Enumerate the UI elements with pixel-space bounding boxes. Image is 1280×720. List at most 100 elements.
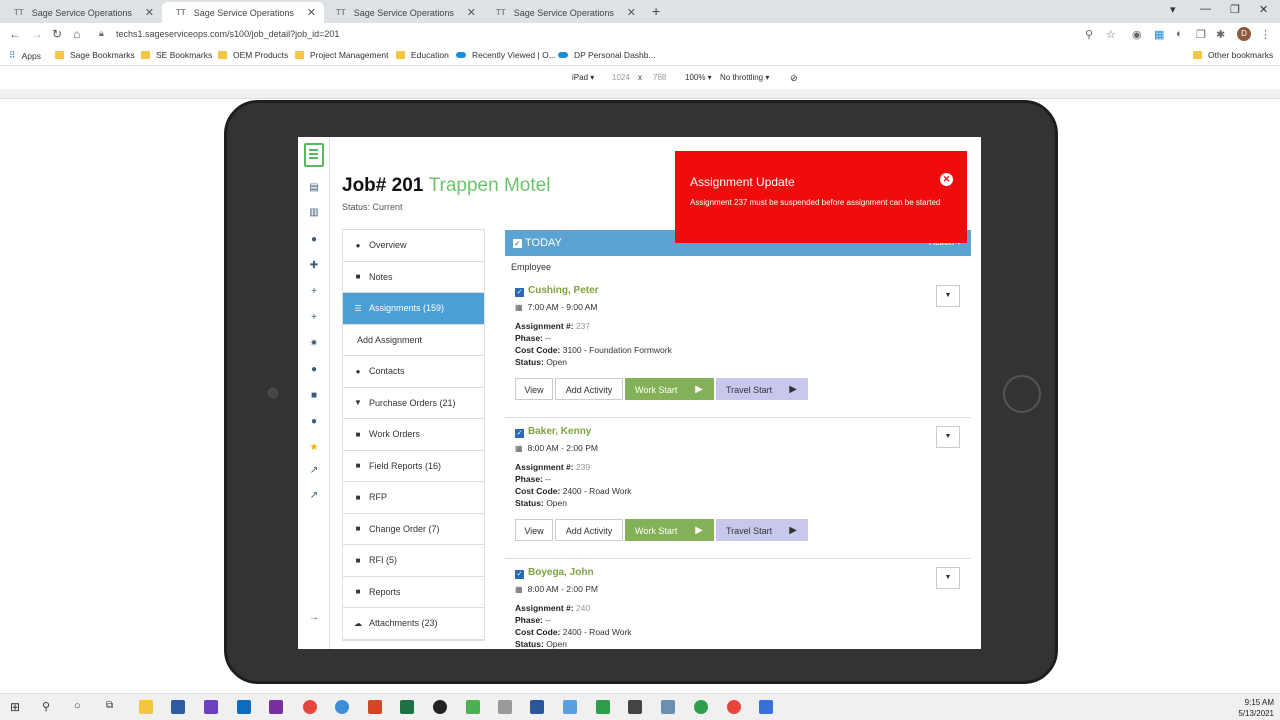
word-icon[interactable] <box>530 700 544 714</box>
app-icon[interactable] <box>661 700 675 714</box>
chart-icon[interactable]: ▥ <box>307 206 321 220</box>
teams-icon[interactable] <box>204 700 218 714</box>
tab-search-icon[interactable]: ▾ <box>1170 3 1176 16</box>
menu-item-assignments[interactable]: ☰ Assignments (159) <box>343 293 484 325</box>
app-icon[interactable] <box>433 700 447 714</box>
card-menu-dropdown[interactable]: ▼ <box>936 426 960 448</box>
app-icon[interactable] <box>759 700 773 714</box>
app-icon[interactable] <box>466 700 480 714</box>
today-checkbox[interactable]: ✓ <box>513 238 522 248</box>
zoom-select[interactable]: 100% ▾ <box>685 73 712 82</box>
menu-item-reports[interactable]: ■ Reports <box>343 577 484 608</box>
briefcase-icon[interactable]: ■ <box>307 389 321 403</box>
app-icon[interactable] <box>171 700 185 714</box>
assignment-checkbox[interactable]: ✓ <box>515 570 524 579</box>
bookmark-item[interactable]: Sage Bookmarks <box>55 50 135 60</box>
other-bookmarks[interactable]: Other bookmarks <box>1193 50 1273 60</box>
gear-icon[interactable]: ✷ <box>307 337 321 351</box>
device-select[interactable]: iPad ▾ <box>572 73 594 82</box>
task-view-icon[interactable]: ⧉ <box>106 700 120 714</box>
tablet-home-button[interactable] <box>1003 375 1041 413</box>
lock-icon[interactable]: 🔒︎ <box>99 28 104 39</box>
app-icon[interactable] <box>563 700 577 714</box>
menu-item-overview[interactable]: ● Overview <box>343 230 484 262</box>
menu-item-contacts[interactable]: ● Contacts <box>343 356 484 388</box>
extension-icon[interactable]: ❐ <box>1196 28 1206 41</box>
reload-icon[interactable]: ↻ <box>52 27 62 41</box>
bookmark-apps[interactable]: ⠿ Apps <box>9 50 41 61</box>
browser-tab[interactable]: TT Sage Service Operations ✕ <box>322 2 484 23</box>
location-icon[interactable]: ⚲ <box>1085 28 1093 41</box>
app-logo-icon[interactable] <box>304 143 324 167</box>
travel-start-button[interactable]: Travel Start ▶ <box>716 519 808 541</box>
excel-icon[interactable] <box>400 700 414 714</box>
users-icon[interactable]: ● <box>307 415 321 429</box>
powerpoint-icon[interactable] <box>368 700 382 714</box>
menu-item-work-orders[interactable]: ■ Work Orders <box>343 419 484 451</box>
onenote-icon[interactable] <box>269 700 283 714</box>
url-input[interactable]: techs1.sageserviceops.com/s100/job_detai… <box>116 29 339 39</box>
extensions-puzzle-icon[interactable]: ✱ <box>1216 28 1225 41</box>
menu-item-rfi[interactable]: ■ RFI (5) <box>343 545 484 577</box>
app-icon[interactable] <box>694 700 708 714</box>
pin-icon[interactable]: ✚ <box>307 259 321 273</box>
app-icon[interactable] <box>498 700 512 714</box>
throttle-select[interactable]: No throttling ▾ <box>720 73 769 82</box>
bookmark-item[interactable]: OEM Products <box>218 50 288 60</box>
new-tab-icon[interactable]: + <box>652 3 660 19</box>
file-explorer-icon[interactable] <box>139 700 153 714</box>
chrome-icon[interactable] <box>727 700 741 714</box>
search-icon[interactable]: ⚲ <box>42 700 56 714</box>
add-activity-button[interactable]: Add Activity <box>555 378 623 400</box>
cortana-icon[interactable]: ○ <box>74 700 88 714</box>
assignment-checkbox[interactable]: ✓ <box>515 429 524 438</box>
bookmark-item[interactable]: Education <box>396 50 449 60</box>
home-icon[interactable]: ⌂ <box>73 27 80 41</box>
rotate-icon[interactable]: ⊘ <box>790 73 798 84</box>
menu-item-rfp[interactable]: ■ RFP <box>343 482 484 514</box>
view-button[interactable]: View <box>515 519 553 541</box>
bookmark-item[interactable]: Project Management <box>295 50 388 60</box>
work-start-button[interactable]: Work Start ▶ <box>625 378 714 400</box>
device-width-input[interactable]: 1024 <box>612 73 630 82</box>
browser-tab[interactable]: TT Sage Service Operations ✕ <box>0 2 162 23</box>
view-button[interactable]: View <box>515 378 553 400</box>
minimize-icon[interactable]: — <box>1200 3 1211 15</box>
bookmark-item[interactable]: SE Bookmarks <box>141 50 212 60</box>
map-marker-icon[interactable]: ● <box>307 233 321 247</box>
menu-item-add-assignment[interactable]: Add Assignment <box>343 325 484 356</box>
star-icon[interactable]: ★ <box>307 441 321 455</box>
travel-start-button[interactable]: Travel Start ▶ <box>716 378 808 400</box>
browser-menu-icon[interactable]: ⋮ <box>1260 28 1271 41</box>
chrome-icon[interactable] <box>303 700 317 714</box>
add-activity-button[interactable]: Add Activity <box>555 519 623 541</box>
employee-name[interactable]: Boyega, John <box>528 567 594 578</box>
menu-item-notes[interactable]: ■ Notes <box>343 262 484 293</box>
plus-icon[interactable]: + <box>307 285 321 299</box>
restore-icon[interactable]: ❐ <box>1230 3 1240 16</box>
forward-icon[interactable]: → <box>31 27 43 41</box>
app-icon[interactable] <box>628 700 642 714</box>
menu-item-purchase-orders[interactable]: ▼ Purchase Orders (21) <box>343 388 484 419</box>
menu-item-attachments[interactable]: ☁ Attachments (23) <box>343 608 484 640</box>
close-tab-icon[interactable]: ✕ <box>307 6 316 19</box>
close-window-icon[interactable]: ✕ <box>1259 3 1268 16</box>
windows-start-icon[interactable]: ⊞ <box>10 700 24 714</box>
card-menu-dropdown[interactable]: ▼ <box>936 567 960 589</box>
work-start-button[interactable]: Work Start ▶ <box>625 519 714 541</box>
device-height-input[interactable]: 768 <box>653 73 666 82</box>
close-tab-icon[interactable]: ✕ <box>467 6 476 19</box>
browser-tab[interactable]: TT Sage Service Operations ✕ <box>482 2 644 23</box>
chat-icon[interactable]: ● <box>307 363 321 377</box>
employee-name[interactable]: Cushing, Peter <box>528 285 599 296</box>
extension-icon[interactable]: ▦ <box>1154 28 1164 41</box>
external-link-icon[interactable]: ↗ <box>307 464 321 478</box>
extension-icon[interactable]: ◐ <box>1176 28 1183 40</box>
assignment-checkbox[interactable]: ✓ <box>515 288 524 297</box>
menu-item-field-reports[interactable]: ■ Field Reports (16) <box>343 451 484 482</box>
profile-avatar[interactable]: D <box>1237 27 1251 41</box>
browser-icon[interactable] <box>335 700 349 714</box>
bookmark-item[interactable]: Recently Viewed | O... <box>456 50 556 60</box>
card-menu-dropdown[interactable]: ▼ <box>936 285 960 307</box>
bookmark-item[interactable]: DP Personal Dashb... <box>558 50 656 60</box>
